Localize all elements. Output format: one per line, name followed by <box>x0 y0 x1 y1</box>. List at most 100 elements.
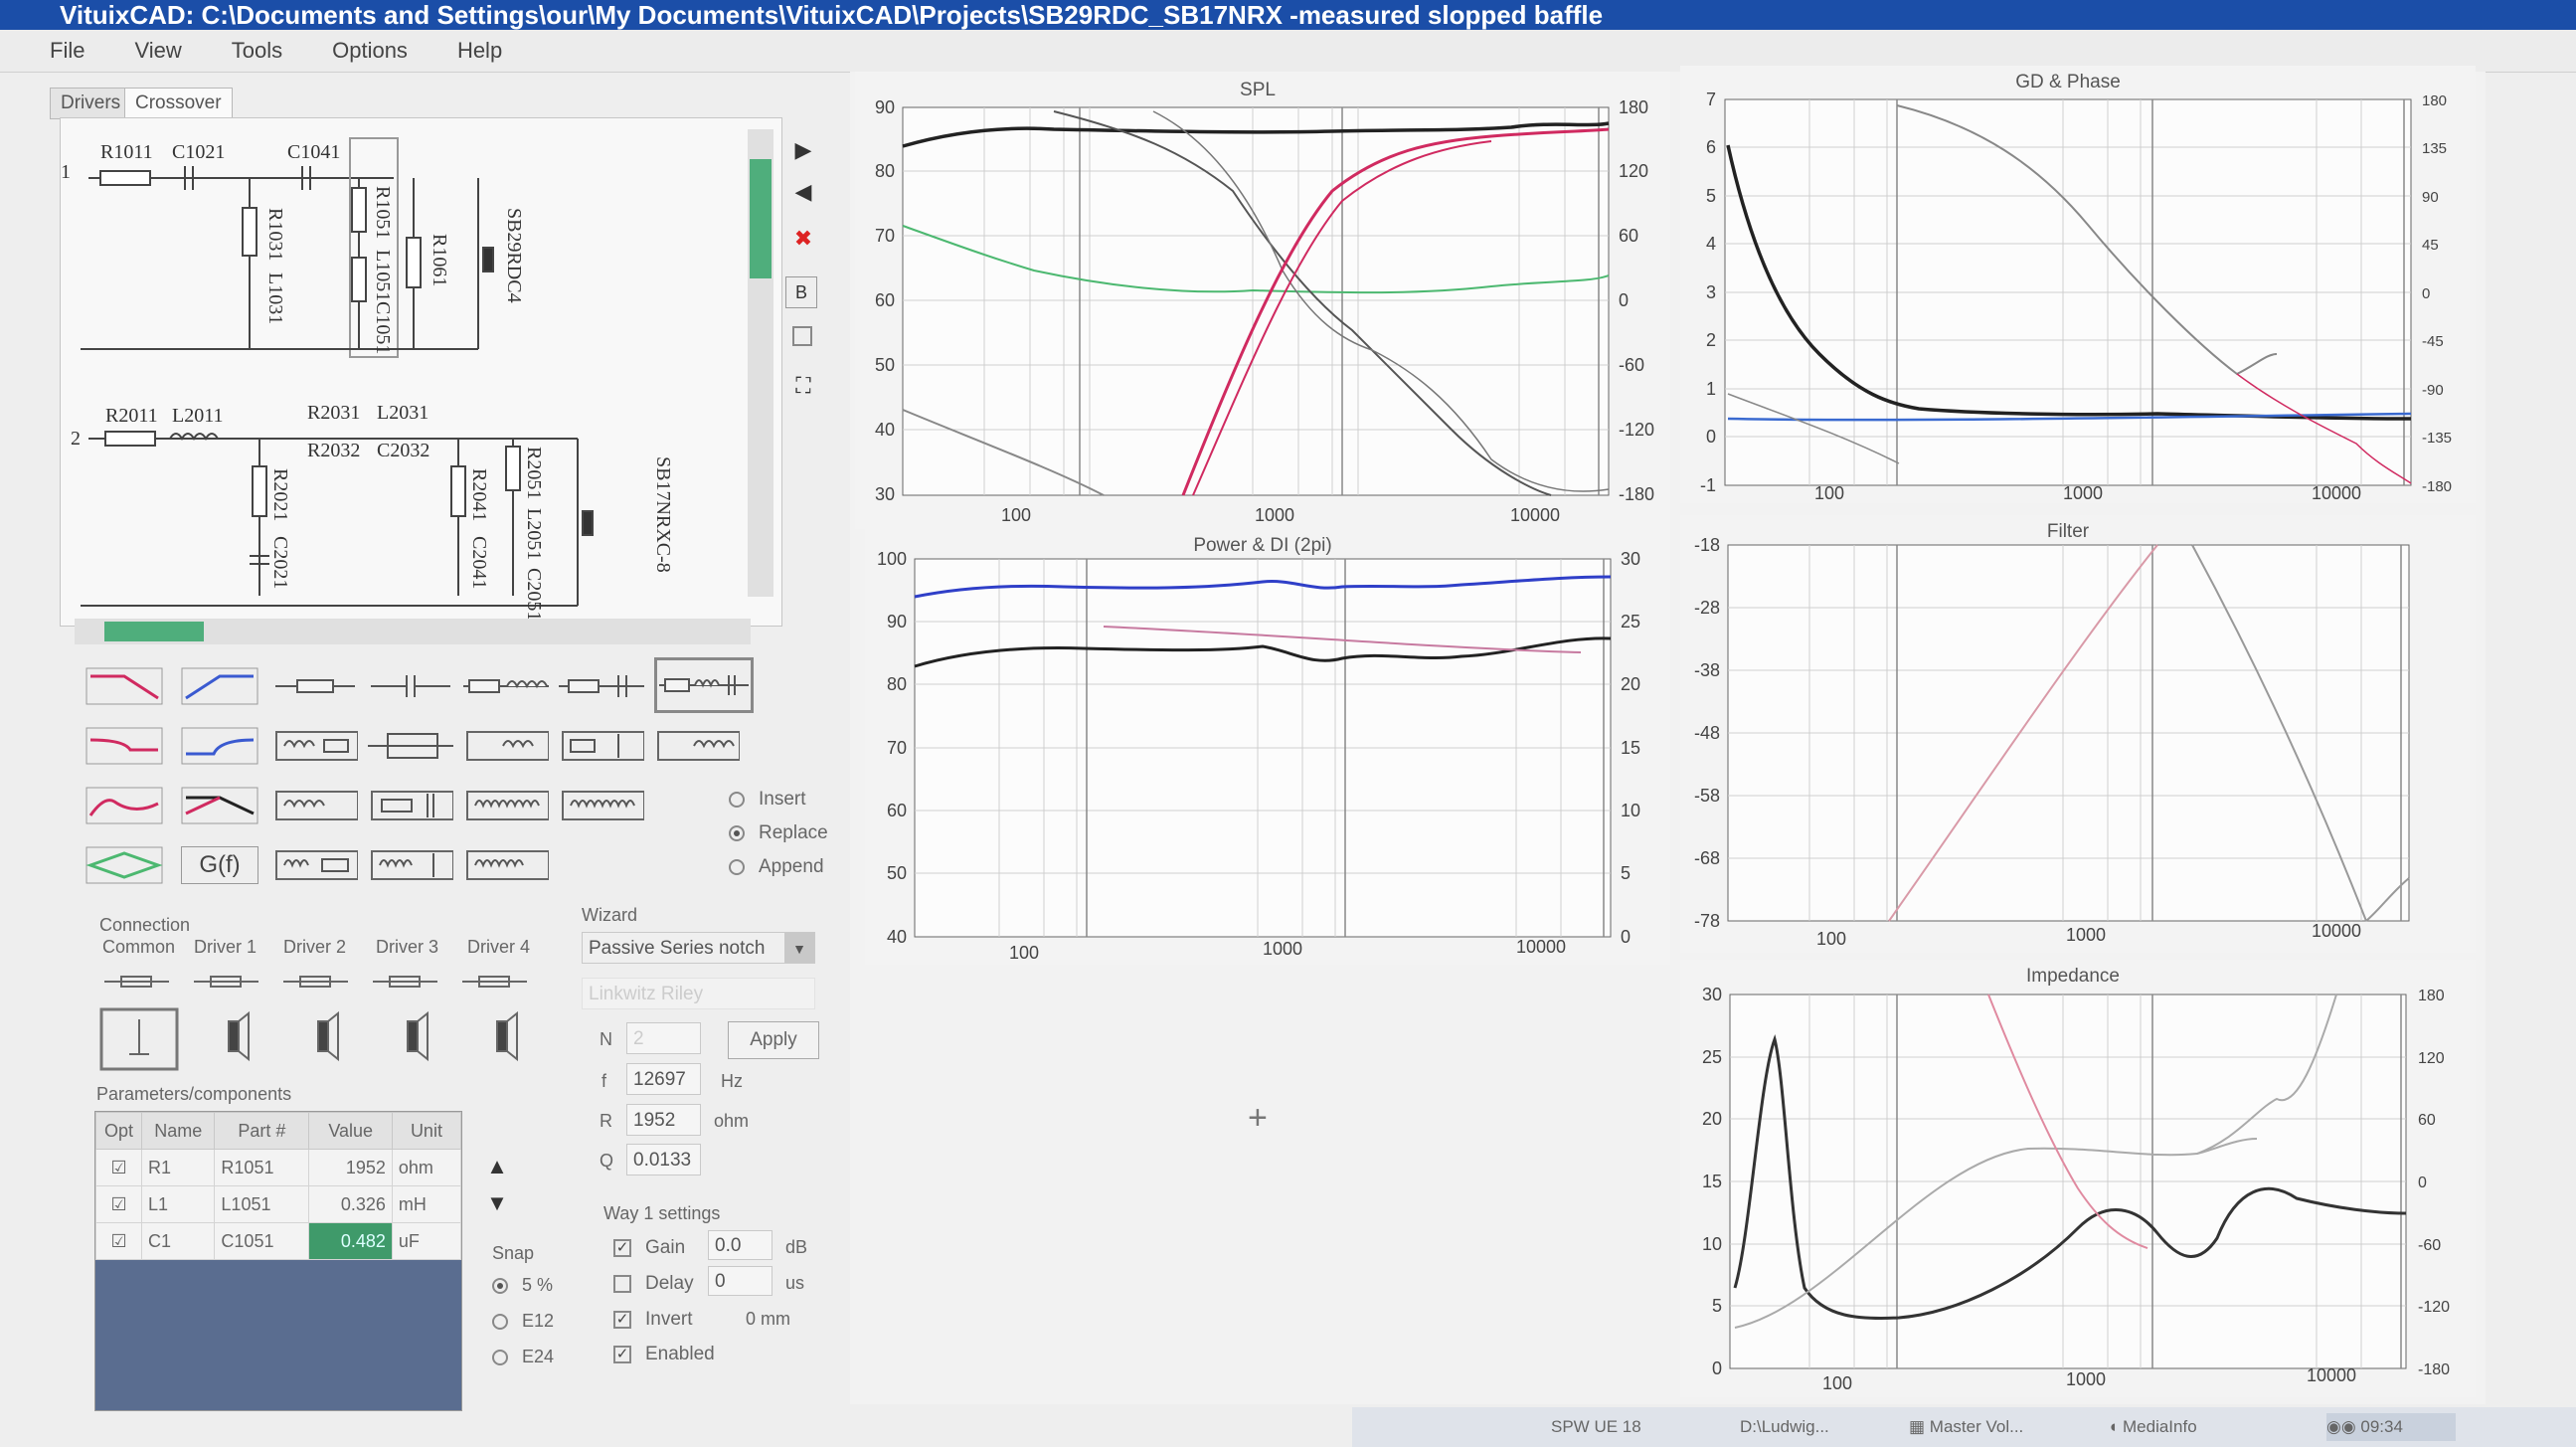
tab-drivers[interactable]: Drivers <box>50 88 132 119</box>
param-unit: mH <box>391 1185 462 1223</box>
snap-e24-radio[interactable]: E24 <box>492 1347 554 1367</box>
part-label-l2051: L2051 <box>523 508 545 560</box>
palette-network-g[interactable] <box>368 781 453 830</box>
schematic-vertical-scrollbar[interactable] <box>748 129 773 597</box>
param-value-selected[interactable]: 0.482 <box>308 1222 393 1260</box>
schematic-horizontal-scroll-thumb[interactable] <box>104 622 204 641</box>
filter-title: Filter <box>2047 521 2090 542</box>
palette-series-notch-selected[interactable] <box>654 657 754 713</box>
gain-checkbox[interactable]: ✓ Gain <box>613 1237 685 1259</box>
move-down-button[interactable]: ▼ <box>479 1185 515 1221</box>
palette-capacitor[interactable] <box>368 661 453 711</box>
schematic-vertical-scroll-thumb[interactable] <box>750 159 772 278</box>
b-button[interactable]: B <box>785 276 817 308</box>
taskbar-item-ludwig[interactable]: D:\Ludwig... <box>1740 1413 1829 1441</box>
invert-checkbox[interactable]: ✓ Invert <box>613 1309 693 1331</box>
part-label-c1021: C1021 <box>172 141 225 163</box>
palette-resistor-capacitor[interactable] <box>559 661 644 711</box>
param-name: L1 <box>141 1185 216 1223</box>
fit-view-button[interactable]: ⛶ <box>785 368 821 404</box>
snap-e12-radio[interactable]: E12 <box>492 1311 554 1332</box>
snap-title: Snap <box>492 1243 535 1263</box>
palette-bandpass[interactable] <box>82 781 167 830</box>
taskbar-item-master-volume[interactable]: ▦ Master Vol... <box>1909 1413 2023 1441</box>
gd-phase-chart[interactable]: GD & Phase 7 6 5 4 3 2 1 0 -1 180 135 90… <box>1680 66 2476 503</box>
play-forward-button[interactable]: ▶ <box>785 132 821 168</box>
wizard-type-select[interactable]: Passive Series notch ▼ <box>582 932 815 964</box>
palette-lowpass[interactable] <box>82 661 167 711</box>
palette-network-a[interactable] <box>272 721 358 771</box>
spl-chart[interactable]: SPL 90 80 70 60 50 40 30 180 120 60 0 -6… <box>855 72 1670 529</box>
param-value[interactable]: 1952 <box>308 1149 393 1186</box>
schematic-canvas[interactable]: 1 R1011 C1021 C1041 R1031 L1031 R1051 L1… <box>60 117 782 627</box>
mode-append-label: Append <box>759 856 824 877</box>
menu-tools[interactable]: Tools <box>232 30 282 72</box>
palette-notch[interactable] <box>82 840 167 890</box>
snap-5pct-radio[interactable]: 5 % <box>492 1275 553 1296</box>
menu-options[interactable]: Options <box>332 30 408 72</box>
menu-view[interactable]: View <box>134 30 181 72</box>
filter-chart[interactable]: Filter -18 -28 -38 -48 -58 -68 -78 100 1… <box>1680 515 2476 953</box>
delay-input[interactable]: 0 <box>708 1266 773 1296</box>
impedance-y-left-10: 10 <box>1702 1234 1722 1254</box>
palette-highshelf[interactable] <box>177 721 262 771</box>
palette-network-e[interactable] <box>654 721 740 771</box>
palette-network-j[interactable] <box>272 840 358 890</box>
opt-checkbox[interactable]: ☑ <box>94 1185 143 1223</box>
taskbar-item-mediainfo[interactable]: ◖ MediaInfo <box>2108 1413 2197 1441</box>
palette-network-k[interactable] <box>368 840 453 890</box>
mode-append-radio[interactable]: Append <box>729 856 824 878</box>
palette-network-h[interactable] <box>463 781 549 830</box>
schematic-horizontal-scrollbar[interactable] <box>75 619 751 644</box>
param-value[interactable]: 0.326 <box>308 1185 393 1223</box>
taskbar-item-spw[interactable]: SPW UE 18 <box>1551 1413 1641 1441</box>
enabled-checkbox[interactable]: ✓ Enabled <box>613 1344 715 1365</box>
wizard-n-select[interactable]: 2 <box>626 1022 701 1054</box>
mode-insert-radio[interactable]: Insert <box>729 789 806 811</box>
palette-network-l[interactable] <box>463 840 549 890</box>
palette-network-b[interactable] <box>368 721 453 771</box>
palette-resistor[interactable] <box>272 661 358 711</box>
palette-network-f[interactable] <box>272 781 358 830</box>
opt-checkbox[interactable]: ☑ <box>94 1149 143 1186</box>
palette-lowshelf[interactable] <box>82 721 167 771</box>
table-row[interactable]: ☑ C1 C1051 0.482 uF <box>94 1222 462 1260</box>
wizard-r-input[interactable]: 1952 <box>626 1104 701 1136</box>
tab-crossover[interactable]: Crossover <box>124 88 233 119</box>
power-y-left-90: 90 <box>887 612 907 632</box>
filter-y-m18: -18 <box>1694 535 1720 555</box>
wizard-q-input[interactable]: 0.0133 <box>626 1144 701 1176</box>
palette-network-c[interactable] <box>463 721 549 771</box>
spl-title: SPL <box>1240 80 1276 100</box>
impedance-chart[interactable]: Impedance 30 25 20 15 10 5 0 180 120 60 … <box>1680 960 2476 1397</box>
menu-file[interactable]: File <box>50 30 85 72</box>
close-icon: ✖ <box>793 226 813 251</box>
move-up-button[interactable]: ▲ <box>479 1149 515 1184</box>
wizard-subtype-select[interactable]: Linkwitz Riley <box>582 978 815 1009</box>
palette-resistor-inductor[interactable] <box>463 661 549 711</box>
opt-checkbox[interactable]: ☑ <box>94 1222 143 1260</box>
palette-network-i[interactable] <box>559 781 644 830</box>
table-row[interactable]: ☑ L1 L1051 0.326 mH <box>94 1185 462 1223</box>
filter-x-100: 100 <box>1816 929 1846 949</box>
palette-allpass[interactable] <box>177 781 262 830</box>
menu-help[interactable]: Help <box>457 30 502 72</box>
wizard-f-input[interactable]: 12697 <box>626 1063 701 1095</box>
table-row[interactable]: ☑ R1 R1051 1952 ohm <box>94 1149 462 1186</box>
mode-replace-radio[interactable]: Replace <box>729 822 828 844</box>
network-e-icon <box>657 731 740 761</box>
palette-highpass[interactable] <box>177 661 262 711</box>
delay-checkbox[interactable]: Delay <box>613 1273 694 1295</box>
mode-insert-label: Insert <box>759 789 806 810</box>
palette-gf[interactable]: G(f) <box>177 840 262 890</box>
palette-network-d[interactable] <box>559 721 644 771</box>
power-y-left-80: 80 <box>887 674 907 694</box>
gd-y-right-90: 90 <box>2422 189 2439 206</box>
gain-input[interactable]: 0.0 <box>708 1230 773 1260</box>
power-di-chart[interactable]: Power & DI (2pi) 100 90 80 70 60 50 40 3… <box>865 527 1670 965</box>
delete-button[interactable]: ✖ <box>785 221 821 257</box>
square-button[interactable] <box>792 326 812 346</box>
play-back-button[interactable]: ◀ <box>785 174 821 210</box>
filter-y-m78: -78 <box>1694 911 1720 931</box>
wizard-apply-button[interactable]: Apply <box>728 1021 819 1059</box>
